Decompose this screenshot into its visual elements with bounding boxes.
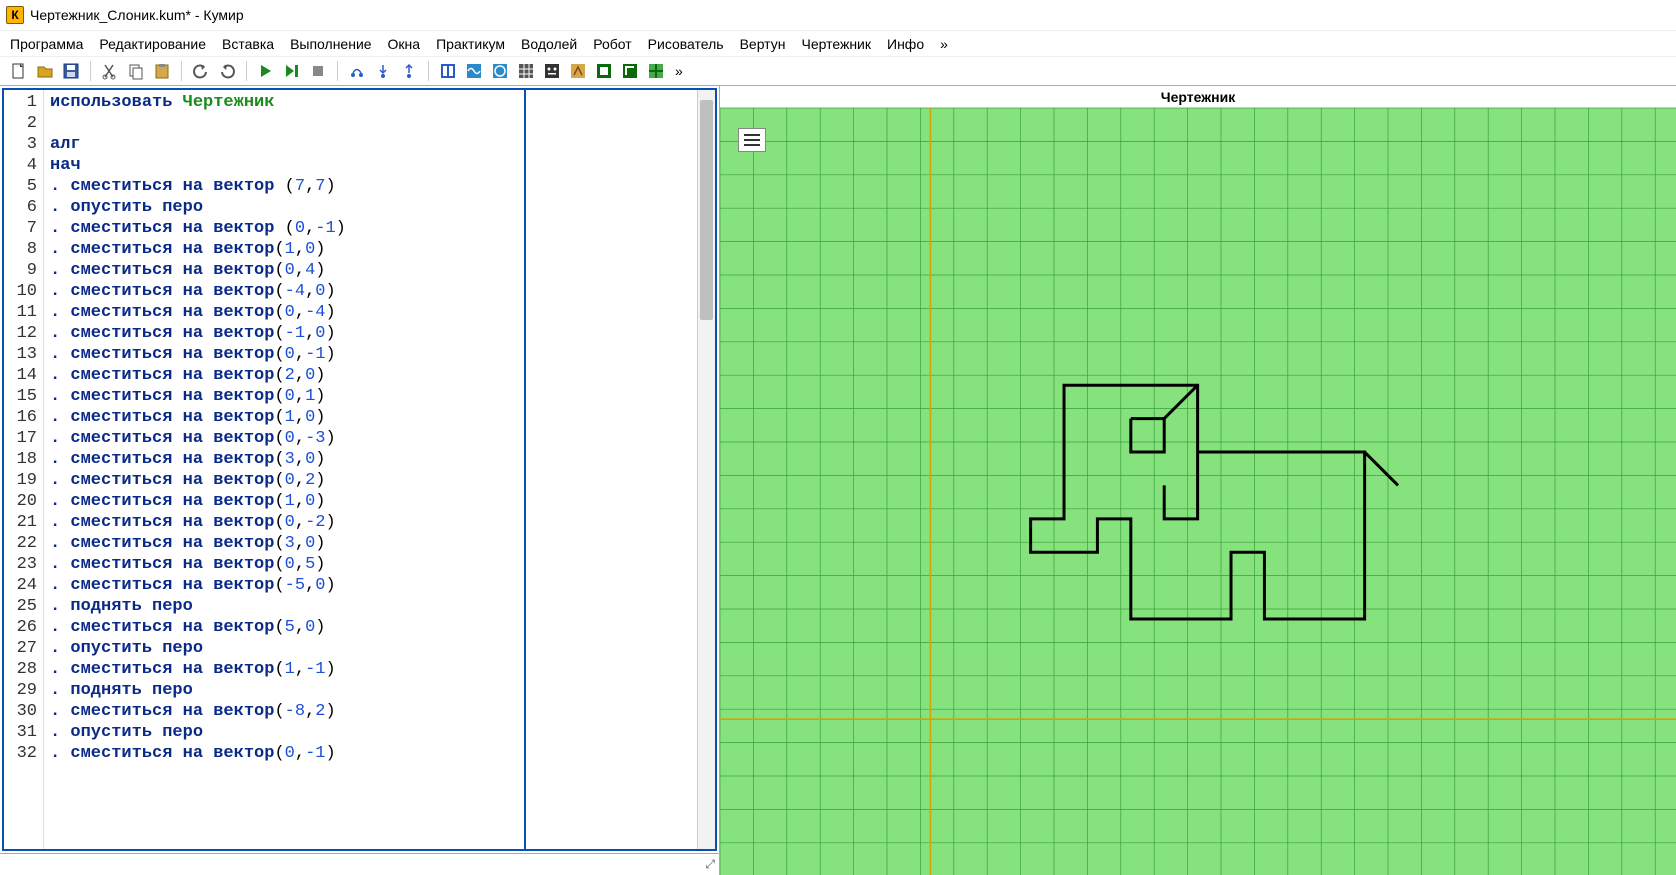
menu-item[interactable]: Робот — [593, 36, 631, 52]
code-line[interactable]: нач — [50, 155, 691, 176]
status-bar: ⤢ — [0, 853, 719, 875]
code-line[interactable]: . сместиться на вектор(-1,0) — [50, 323, 691, 344]
canvas-svg — [720, 108, 1676, 875]
code-line[interactable]: . опустить перо — [50, 197, 691, 218]
new-file-button[interactable] — [8, 60, 30, 82]
module-1-button[interactable] — [437, 60, 459, 82]
cut-button[interactable] — [99, 60, 121, 82]
code-line[interactable]: . сместиться на вектор(2,0) — [50, 365, 691, 386]
scrollbar-thumb[interactable] — [700, 100, 713, 320]
code-line[interactable]: . поднять перо — [50, 596, 691, 617]
menu-item[interactable]: Водолей — [521, 36, 577, 52]
code-editor[interactable]: использовать Чертежник алгнач. сместитьс… — [44, 90, 697, 849]
paste-button[interactable] — [151, 60, 173, 82]
code-line[interactable]: . опустить перо — [50, 638, 691, 659]
menu-item[interactable]: Рисователь — [648, 36, 724, 52]
menubar: Программа Редактирование Вставка Выполнение… — [0, 30, 1676, 56]
toolbar-separator — [181, 61, 182, 81]
step-into-button[interactable] — [372, 60, 394, 82]
code-line[interactable]: . сместиться на вектор(0,-1) — [50, 344, 691, 365]
menu-item[interactable]: Инфо — [887, 36, 924, 52]
save-file-button[interactable] — [60, 60, 82, 82]
module-3-button[interactable] — [489, 60, 511, 82]
code-line[interactable]: . сместиться на вектор(1,0) — [50, 491, 691, 512]
run-step-button[interactable] — [281, 60, 303, 82]
menu-item[interactable]: Практикум — [436, 36, 505, 52]
menu-item[interactable]: Программа — [10, 36, 83, 52]
code-line[interactable]: . сместиться на вектор (0,-1) — [50, 218, 691, 239]
code-line[interactable]: . сместиться на вектор(0,-2) — [50, 512, 691, 533]
code-line[interactable]: . сместиться на вектор(-4,0) — [50, 281, 691, 302]
step-over-button[interactable] — [346, 60, 368, 82]
canvas-pane: Чертежник — [720, 86, 1676, 875]
toolbar-separator — [90, 61, 91, 81]
canvas-menu-button[interactable] — [738, 128, 766, 152]
menu-item[interactable]: Вертун — [740, 36, 786, 52]
code-line[interactable]: . сместиться на вектор(1,0) — [50, 239, 691, 260]
code-line[interactable]: . сместиться на вектор(0,5) — [50, 554, 691, 575]
module-6-button[interactable] — [567, 60, 589, 82]
code-line[interactable]: . сместиться на вектор(0,-3) — [50, 428, 691, 449]
module-8-button[interactable] — [619, 60, 641, 82]
step-out-button[interactable] — [398, 60, 420, 82]
canvas-title: Чертежник — [720, 86, 1676, 108]
open-file-button[interactable] — [34, 60, 56, 82]
code-line[interactable]: . сместиться на вектор(0,2) — [50, 470, 691, 491]
toolbar: » — [0, 56, 1676, 86]
module-5-button[interactable] — [541, 60, 563, 82]
code-line[interactable]: . сместиться на вектор(0,4) — [50, 260, 691, 281]
app-logo: К — [6, 6, 24, 24]
module-4-button[interactable] — [515, 60, 537, 82]
menu-item[interactable]: Выполнение — [290, 36, 371, 52]
menu-item[interactable]: Вставка — [222, 36, 274, 52]
drawer-canvas[interactable] — [720, 108, 1676, 875]
window-title: Чертежник_Слоник.kum* - Кумир — [30, 7, 244, 23]
code-line[interactable]: . сместиться на вектор(3,0) — [50, 449, 691, 470]
module-2-button[interactable] — [463, 60, 485, 82]
stop-button[interactable] — [307, 60, 329, 82]
redo-button[interactable] — [216, 60, 238, 82]
code-line[interactable]: . сместиться на вектор(1,0) — [50, 407, 691, 428]
editor-wrap: 1234567891011121314151617181920212223242… — [2, 88, 717, 851]
app-logo-letter: К — [11, 8, 18, 22]
code-line[interactable]: . сместиться на вектор(0,-4) — [50, 302, 691, 323]
menu-item[interactable]: Окна — [388, 36, 421, 52]
toolbar-separator — [337, 61, 338, 81]
code-line[interactable]: . сместиться на вектор(-8,2) — [50, 701, 691, 722]
code-line[interactable]: . сместиться на вектор(1,-1) — [50, 659, 691, 680]
code-line[interactable]: использовать Чертежник — [50, 92, 691, 113]
module-7-button[interactable] — [593, 60, 615, 82]
code-line[interactable] — [50, 113, 691, 134]
menu-item[interactable]: Чертежник — [801, 36, 871, 52]
editor-pane: 1234567891011121314151617181920212223242… — [0, 86, 720, 875]
code-line[interactable]: . сместиться на вектор (7,7) — [50, 176, 691, 197]
menu-more[interactable]: » — [940, 36, 948, 52]
code-line[interactable]: . опустить перо — [50, 722, 691, 743]
editor-midline — [524, 90, 526, 849]
code-line[interactable]: . сместиться на вектор(5,0) — [50, 617, 691, 638]
code-line[interactable]: . сместиться на вектор(-5,0) — [50, 575, 691, 596]
toolbar-separator — [246, 61, 247, 81]
menu-item[interactable]: Редактирование — [99, 36, 206, 52]
gutter: 1234567891011121314151617181920212223242… — [4, 90, 44, 849]
module-9-button[interactable] — [645, 60, 667, 82]
code-line[interactable]: . сместиться на вектор(3,0) — [50, 533, 691, 554]
run-button[interactable] — [255, 60, 277, 82]
code-line[interactable]: . сместиться на вектор(0,-1) — [50, 743, 691, 764]
code-line[interactable]: . сместиться на вектор(0,1) — [50, 386, 691, 407]
code-line[interactable]: . поднять перо — [50, 680, 691, 701]
vertical-scrollbar[interactable] — [697, 90, 715, 849]
main-area: 1234567891011121314151617181920212223242… — [0, 86, 1676, 875]
copy-button[interactable] — [125, 60, 147, 82]
expand-icon[interactable]: ⤢ — [705, 857, 715, 872]
undo-button[interactable] — [190, 60, 212, 82]
toolbar-separator — [428, 61, 429, 81]
toolbar-more-button[interactable]: » — [671, 63, 687, 79]
titlebar: К Чертежник_Слоник.kum* - Кумир — [0, 0, 1676, 30]
code-line[interactable]: алг — [50, 134, 691, 155]
